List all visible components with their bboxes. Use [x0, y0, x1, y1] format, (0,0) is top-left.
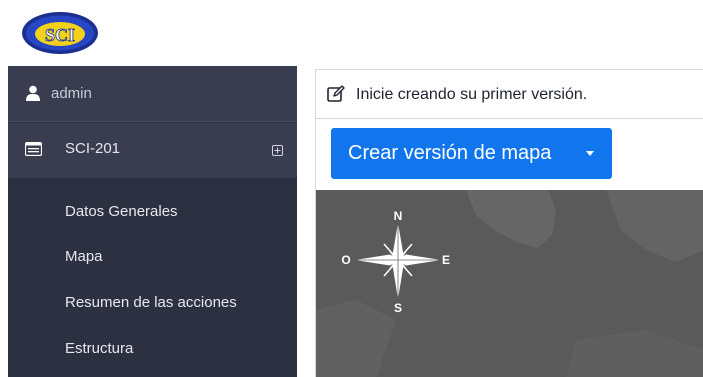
sidebar-item-estructura[interactable]: Estructura — [65, 340, 133, 357]
caret-down-icon — [586, 151, 594, 156]
user-row[interactable]: admin — [8, 66, 297, 122]
create-map-version-label: Crear versión de mapa — [348, 142, 552, 164]
list-icon — [24, 141, 43, 157]
notice-text: Inicie creando su primer versión. — [356, 86, 588, 103]
edit-icon — [327, 85, 345, 103]
user-icon — [25, 85, 41, 101]
sidebar-item-datos-generales[interactable]: Datos Generales — [65, 203, 178, 220]
sidebar: admin SCI-201 Datos Generales Mapa Resum… — [8, 66, 297, 377]
compass-rose: N S O E — [328, 202, 468, 322]
main-panel: Inicie creando su primer versión. Crear … — [315, 69, 703, 377]
toolbar: Crear versión de mapa — [316, 120, 703, 189]
sci-logo[interactable]: SCI — [20, 10, 100, 56]
sidebar-item-mapa[interactable]: Mapa — [65, 248, 103, 265]
user-name: admin — [51, 85, 92, 102]
map-view[interactable]: N S O E — [316, 190, 703, 377]
logo-text: SCI — [45, 25, 75, 45]
create-map-version-button[interactable]: Crear versión de mapa — [331, 128, 612, 179]
header: SCI — [0, 0, 703, 66]
sidebar-item-resumen[interactable]: Resumen de las acciones — [65, 294, 237, 311]
sidebar-section-sci[interactable]: SCI-201 — [8, 123, 297, 178]
compass-o-label: O — [341, 253, 350, 267]
plus-square-icon[interactable] — [272, 143, 283, 156]
compass-n-label: N — [394, 209, 403, 223]
notice-bar: Inicie creando su primer versión. — [316, 70, 703, 119]
sidebar-section-label: SCI-201 — [65, 140, 121, 157]
compass-s-label: S — [394, 301, 402, 315]
compass-e-label: E — [442, 253, 450, 267]
sidebar-submenu: Datos Generales Mapa Resumen de las acci… — [8, 178, 297, 377]
